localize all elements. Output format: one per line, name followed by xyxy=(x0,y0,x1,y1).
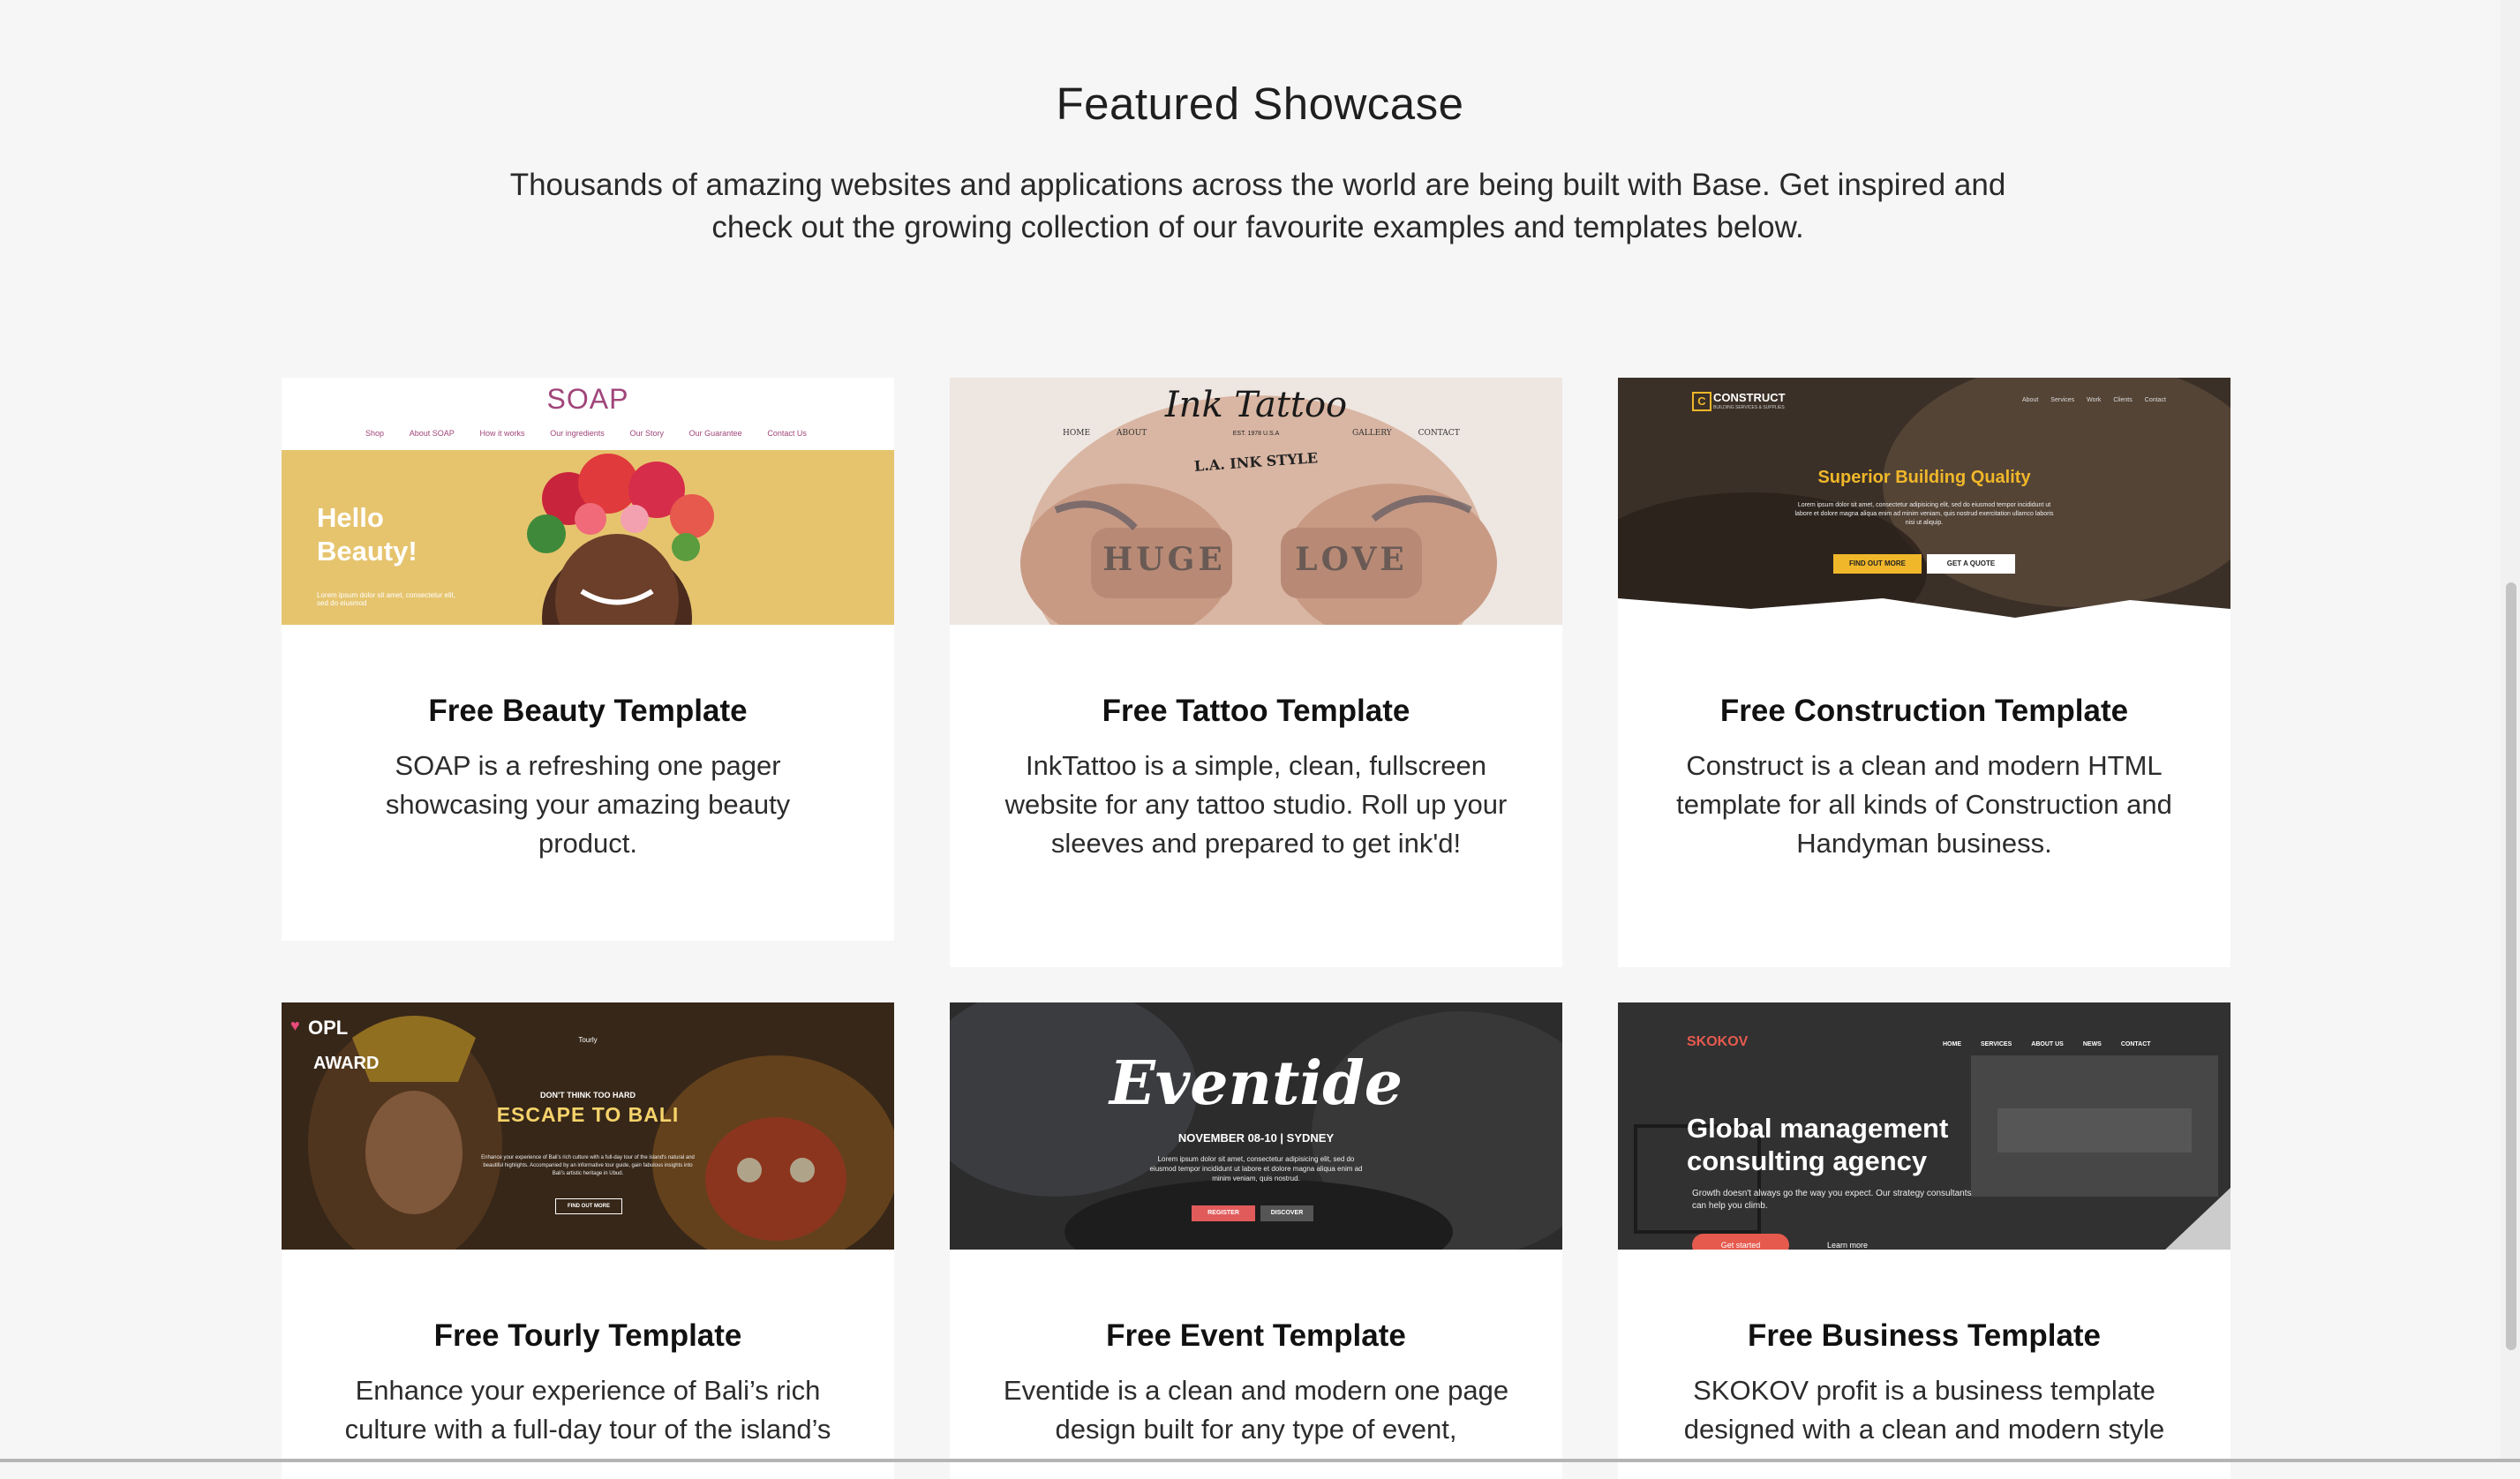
beauty-template-thumbnail[interactable]: SOAP Shop About SOAP How it works Our in… xyxy=(282,378,894,625)
construct-logo-mark: C xyxy=(1692,392,1711,411)
skokov-nav-contact: CONTACT xyxy=(2120,1041,2151,1047)
tattoo-nav-home: HOME xyxy=(1063,429,1091,438)
card-title[interactable]: Free Construction Template xyxy=(1618,694,2230,729)
section-title: Featured Showcase xyxy=(1056,79,1464,129)
soap-hero-headline: Hello Beauty! xyxy=(317,502,417,567)
construct-nav-clients: Clients xyxy=(2113,397,2133,403)
tattoo-nav-about: ABOUT xyxy=(1117,429,1147,438)
knuckle-tattoo-left: HUGE xyxy=(1102,541,1226,578)
soap-nav-ingredients: Our ingredients xyxy=(550,429,605,438)
eventide-date: NOVEMBER 08-10 | SYDNEY xyxy=(1177,1131,1335,1145)
knuckle-tattoo-right: LOVE xyxy=(1295,541,1408,578)
tourly-find-out-more-button[interactable]: FIND OUT MORE xyxy=(555,1198,622,1214)
skokov-hero-headline: Global management consulting agency xyxy=(1687,1113,1949,1176)
award-badge-label: AWARD xyxy=(313,1054,380,1073)
soap-logo: SOAP xyxy=(546,383,629,415)
eventide-register-button[interactable]: REGISTER xyxy=(1192,1205,1255,1221)
card-description: Enhance your experience of Bali’s rich c… xyxy=(344,1375,831,1445)
tourly-kicker: DON'T THINK TOO HARD xyxy=(540,1091,636,1100)
tourly-hero-headline: ESCAPE TO BALI xyxy=(496,1103,680,1126)
card-title[interactable]: Free Beauty Template xyxy=(282,694,894,729)
construct-nav-about: About xyxy=(2022,397,2039,403)
window-bottom-edge xyxy=(0,1459,2520,1462)
construct-find-out-more-button[interactable]: FIND OUT MORE xyxy=(1833,554,1922,574)
showcase-card-beauty[interactable]: SOAP Shop About SOAP How it works Our in… xyxy=(282,378,894,941)
showcase-card-construction[interactable]: C CONSTRUCT BUILDING SERVICES & SUPPLIES… xyxy=(1618,378,2230,967)
construction-template-thumbnail[interactable]: C CONSTRUCT BUILDING SERVICES & SUPPLIES… xyxy=(1618,378,2230,625)
card-description: InkTattoo is a simple, clean, fullscreen… xyxy=(1004,750,1508,859)
flower-crown-portrait-image xyxy=(527,454,714,625)
skokov-learn-more-link[interactable]: Learn more xyxy=(1812,1234,1883,1250)
showcase-card-tattoo[interactable]: Ink Tattoo EST. 1978 U.S.A L.A. INK STYL… xyxy=(950,378,1562,967)
construct-get-quote-button[interactable]: GET A QUOTE xyxy=(1927,554,2015,574)
event-template-thumbnail[interactable]: Eventide NOVEMBER 08-10 | SYDNEY Lorem i… xyxy=(950,1002,1562,1250)
skokov-nav-home: HOME xyxy=(1943,1041,1961,1047)
business-template-thumbnail[interactable]: SKOKOV HOME SERVICES ABOUT US NEWS CONTA… xyxy=(1618,1002,2230,1250)
card-description: Eventide is a clean and modern one page … xyxy=(1003,1375,1509,1445)
soap-nav-how: How it works xyxy=(479,429,525,438)
soap-nav-contact: Contact Us xyxy=(767,429,807,438)
card-title[interactable]: Free Business Template xyxy=(1618,1318,2230,1354)
soap-hero-subtext: Lorem ipsum dolor sit amet, consectetur … xyxy=(317,591,455,607)
eventide-discover-button[interactable]: DISCOVER xyxy=(1260,1205,1313,1221)
card-title[interactable]: Free Tourly Template xyxy=(282,1318,894,1354)
tattoo-template-thumbnail[interactable]: Ink Tattoo EST. 1978 U.S.A L.A. INK STYL… xyxy=(950,378,1562,625)
tourly-hero-subtext: Enhance your experience of Bali's rich c… xyxy=(481,1155,695,1176)
tourly-template-thumbnail[interactable]: ♥ OPL AWARD Tourly DON'T THINK TOO HARD … xyxy=(282,1002,894,1250)
eventide-logo: Eventide xyxy=(1109,1048,1403,1119)
card-description: SKOKOV profit is a business template des… xyxy=(1683,1375,2165,1445)
soap-nav-story: Our Story xyxy=(629,429,664,438)
skokov-hero-subtext: Growth doesn't always go the way you exp… xyxy=(1692,1189,1972,1211)
section-lead: Thousands of amazing websites and applic… xyxy=(509,168,2006,244)
skokov-nav-news: NEWS xyxy=(2082,1041,2102,1047)
construct-logo-sub: BUILDING SERVICES & SUPPLIES xyxy=(1713,405,1785,410)
construct-logo: CONSTRUCT xyxy=(1713,391,1786,404)
construct-nav-work: Work xyxy=(2087,397,2102,403)
skokov-get-started-button[interactable]: Get started xyxy=(1692,1234,1789,1250)
tattoo-nav-contact: CONTACT xyxy=(1418,429,1460,438)
vertical-scrollbar[interactable] xyxy=(2501,0,2520,1462)
card-title[interactable]: Free Event Template xyxy=(950,1318,1562,1354)
award-badge: ♥ OPL AWARD xyxy=(287,1015,379,1085)
soap-nav-guarantee: Our Guarantee xyxy=(688,429,742,438)
event-hero-background xyxy=(950,1002,1562,1250)
construct-hero-headline: Superior Building Quality xyxy=(1817,468,2031,487)
showcase-card-tourly[interactable]: ♥ OPL AWARD Tourly DON'T THINK TOO HARD … xyxy=(282,1002,894,1479)
skokov-logo: SKOKOV xyxy=(1687,1034,1749,1049)
card-description: Construct is a clean and modern HTML tem… xyxy=(1676,750,2172,859)
construct-nav-services: Services xyxy=(2050,397,2075,403)
scrollbar-thumb[interactable] xyxy=(2506,582,2516,1350)
showcase-card-business[interactable]: SKOKOV HOME SERVICES ABOUT US NEWS CONTA… xyxy=(1618,1002,2230,1479)
tattoo-nav-gallery: GALLERY xyxy=(1352,429,1392,438)
heart-icon: ♥ xyxy=(290,1017,300,1034)
tattoo-tagline: EST. 1978 U.S.A xyxy=(1232,431,1280,437)
card-description: SOAP is a refreshing one pager showcasin… xyxy=(385,750,791,859)
showcase-card-event[interactable]: Eventide NOVEMBER 08-10 | SYDNEY Lorem i… xyxy=(950,1002,1562,1479)
card-title[interactable]: Free Tattoo Template xyxy=(950,694,1562,729)
construct-hero-subtext: Lorem ipsum dolor sit amet, consectetur … xyxy=(1794,502,2054,526)
soap-nav-about: About SOAP xyxy=(409,429,455,438)
construct-nav-contact: Contact xyxy=(2144,397,2166,403)
eventide-subtext: Lorem ipsum dolor sit amet, consectetur … xyxy=(1149,1155,1363,1182)
skokov-nav-about: ABOUT US xyxy=(2031,1041,2064,1047)
skokov-nav-services: SERVICES xyxy=(1981,1041,2012,1047)
tourly-brand: Tourly xyxy=(578,1036,598,1044)
soap-nav-shop: Shop xyxy=(365,429,385,438)
tattoo-logo: Ink Tattoo xyxy=(1164,385,1348,425)
